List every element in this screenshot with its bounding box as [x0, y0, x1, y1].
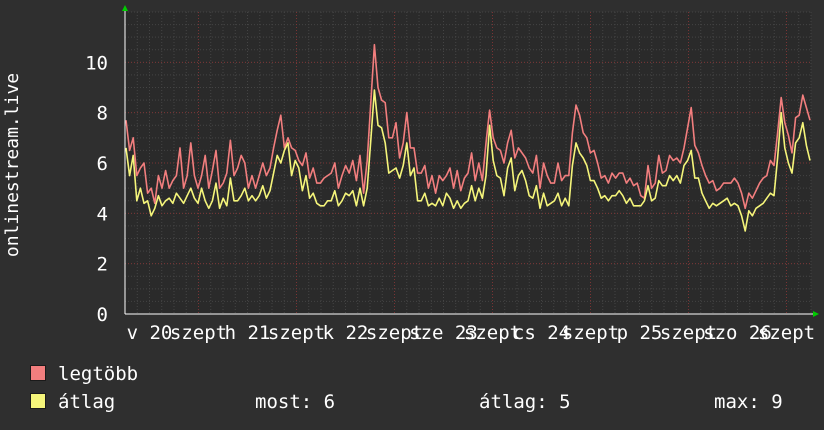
- legend-label-avg: átlag: [58, 391, 116, 413]
- legend-item-max: legtöbb: [30, 363, 138, 385]
- y-tick-label: 4: [97, 203, 108, 225]
- y-tick-label: 2: [97, 254, 108, 276]
- x-tick-label: h 21: [225, 322, 271, 344]
- y-tick-label: 0: [97, 304, 108, 326]
- legend-label-max: legtöbb: [58, 363, 139, 385]
- y-tick-label: 10: [85, 52, 108, 74]
- stat-current: most: 6: [255, 391, 336, 413]
- legend-item-avg: átlag: [30, 391, 115, 413]
- stat-average: átlag: 5: [479, 391, 571, 413]
- y-tick-label: 6: [97, 153, 108, 175]
- x-tick-label: k 22: [323, 322, 369, 344]
- x-tick-labels: v 20szepth 21szeptk 22szeptsze 23szeptcs…: [127, 322, 815, 344]
- x-tick-label: v 20: [127, 322, 173, 344]
- y-tick-labels: 0 2 4 6 8 10: [85, 52, 108, 326]
- x-tick-label: szept: [170, 322, 227, 344]
- x-tick-label: szept: [758, 322, 815, 344]
- chart: 0 2 4 6 8 10 v 20szepth 21szeptk 22szeptsze 2…: [2, 5, 819, 344]
- x-axis-arrow: [813, 311, 819, 317]
- y-axis-label: onlinestream.live: [2, 73, 23, 257]
- legend-swatch-avg: [30, 393, 46, 409]
- y-axis-arrow: [122, 5, 128, 11]
- x-tick-label: p 25: [617, 322, 663, 344]
- x-tick-label: szept: [268, 322, 325, 344]
- legend-swatch-max: [30, 365, 46, 381]
- y-tick-label: 8: [97, 103, 108, 125]
- stat-maximum: max: 9: [714, 391, 783, 413]
- x-tick-label: szept: [562, 322, 619, 344]
